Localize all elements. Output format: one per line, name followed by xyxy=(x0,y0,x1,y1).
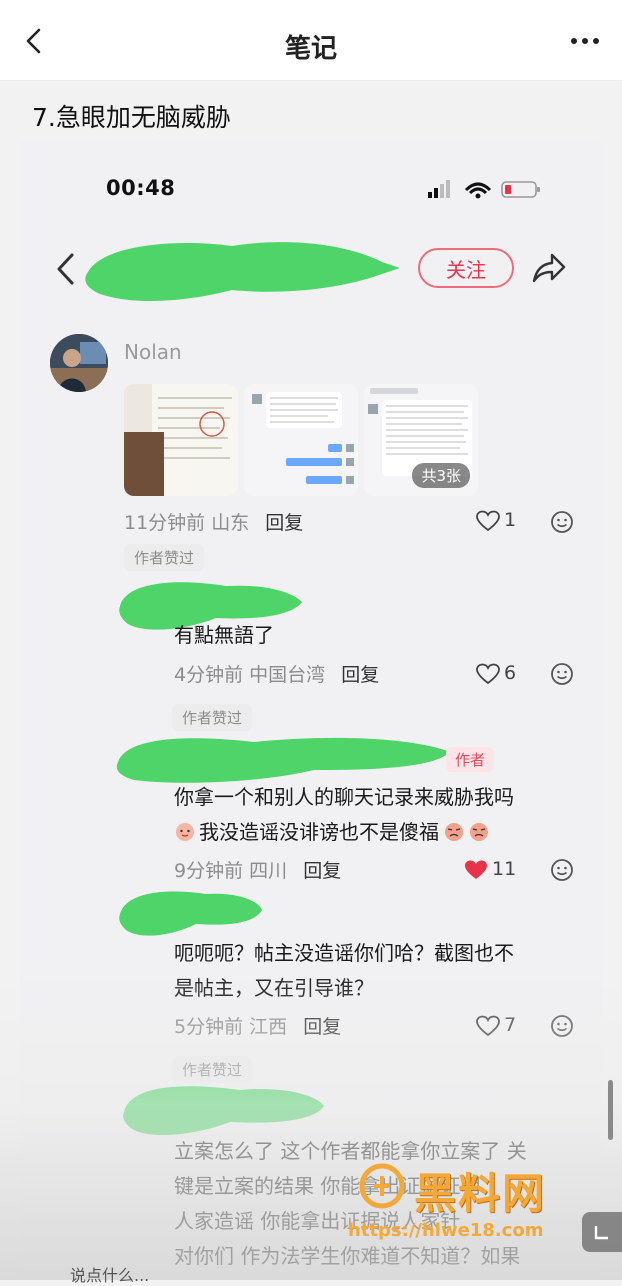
comment-meta: 5分钟前 江西 回复 xyxy=(174,1012,341,1039)
heart-icon xyxy=(476,510,500,531)
page-title: 笔记 xyxy=(284,34,337,64)
comment-image-2[interactable] xyxy=(244,384,358,496)
redacted-name-mark xyxy=(119,891,262,936)
redacted-name-mark xyxy=(85,242,401,302)
heart-filled-icon xyxy=(465,860,487,879)
emoji-face-icon xyxy=(176,823,194,841)
comment-text: 有點無語了 xyxy=(174,623,274,647)
status-icons xyxy=(428,180,540,199)
like-button[interactable]: 1 xyxy=(476,507,516,533)
comment-image-3[interactable]: 共3张 xyxy=(364,384,478,496)
like-count: 1 xyxy=(504,509,517,531)
comment-time: 9分钟前 xyxy=(174,860,244,882)
comment-location: 江西 xyxy=(249,1016,288,1038)
author-liked-badge: 作者赞过 xyxy=(172,704,253,731)
embedded-screenshot[interactable]: 00:48 关注 Nolan 共3张 11分钟前 山东 回复 1 作者赞过 有點… xyxy=(20,140,602,1280)
author-liked-badge: 作者赞过 xyxy=(124,544,205,571)
image-count-badge: 共3张 xyxy=(412,463,470,488)
comment-location: 中国台湾 xyxy=(249,664,326,686)
emoji-reaction-icon[interactable] xyxy=(550,858,574,882)
reply-button[interactable]: 回复 xyxy=(303,1016,341,1038)
emoji-angry-icon xyxy=(470,823,488,841)
redacted-name-mark xyxy=(123,1086,324,1136)
comment-image-1[interactable] xyxy=(124,384,238,496)
comment-meta: 11分钟前 山东 回复 xyxy=(124,508,303,535)
comment-input-hint[interactable]: 说点什么... xyxy=(70,1262,149,1286)
watermark-text: 黑料网 xyxy=(414,1169,547,1218)
comment-location: 四川 xyxy=(249,860,288,882)
post-headline: 7.急眼加无脑威胁 xyxy=(32,103,231,132)
redacted-name-mark xyxy=(116,737,450,783)
like-button[interactable]: 7 xyxy=(476,1012,516,1038)
avatar[interactable] xyxy=(50,334,108,392)
comment-text: 呃呃呃？帖主没造谣你们哈？截图也不 是帖主，又在引导谁？ xyxy=(174,941,514,1000)
share-icon[interactable] xyxy=(532,252,566,284)
like-button[interactable]: 11 xyxy=(464,856,516,882)
comment-location: 山东 xyxy=(211,512,250,534)
reply-button[interactable]: 回复 xyxy=(341,664,379,686)
corner-expand-button[interactable] xyxy=(582,1212,622,1252)
reply-button[interactable]: 回复 xyxy=(265,512,303,534)
heart-icon xyxy=(476,663,500,684)
follow-button[interactable]: 关注 xyxy=(418,248,514,288)
status-time: 00:48 xyxy=(106,176,176,200)
comment-meta: 4分钟前 中国台湾 回复 xyxy=(174,660,379,687)
comment-time: 4分钟前 xyxy=(174,664,244,686)
emoji-reaction-icon[interactable] xyxy=(550,510,574,534)
comment-time: 11分钟前 xyxy=(124,512,206,534)
expand-icon xyxy=(594,1226,608,1240)
emoji-reaction-icon[interactable] xyxy=(550,1014,574,1038)
more-options-icon[interactable] xyxy=(570,36,600,46)
like-button[interactable]: 6 xyxy=(476,660,516,686)
like-count: 11 xyxy=(492,858,517,880)
screenshot-back-icon[interactable] xyxy=(54,252,78,286)
emoji-reaction-icon[interactable] xyxy=(550,662,574,686)
like-count: 6 xyxy=(504,662,517,684)
comment-meta: 9分钟前 四川 回复 xyxy=(174,856,341,883)
comment-username[interactable]: Nolan xyxy=(124,340,182,364)
top-bar: 笔记 xyxy=(0,0,622,81)
author-tag: 作者 xyxy=(446,747,495,772)
comment-time: 5分钟前 xyxy=(174,1016,244,1038)
scrollbar[interactable] xyxy=(608,1080,613,1140)
reply-button[interactable]: 回复 xyxy=(303,860,341,882)
comment-text: 你拿一个和别人的聊天记录来威胁我吗 我没造谣没诽谤也不是傻福 xyxy=(174,785,514,844)
heart-icon xyxy=(476,1015,500,1036)
emoji-angry-icon xyxy=(445,823,463,841)
watermark-url: https://hlwe18.com xyxy=(348,1220,544,1241)
like-count: 7 xyxy=(504,1014,517,1036)
